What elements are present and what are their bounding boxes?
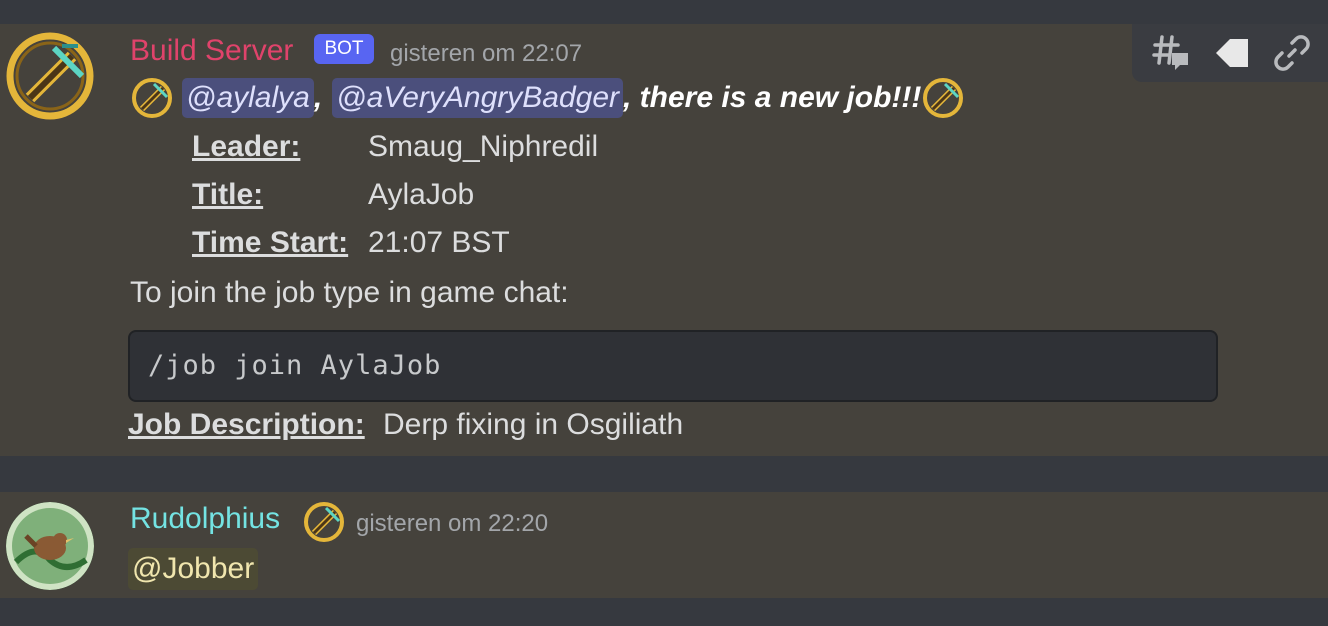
field-label-leader: Leader: <box>192 130 301 163</box>
mention-jobber[interactable]: @Jobber <box>128 548 259 590</box>
field-value-time-start: 21:07 BST <box>368 226 510 259</box>
field-value-title: AylaJob <box>368 178 475 211</box>
pickaxe-icon <box>6 32 94 120</box>
message-rudolphius: Rudolphius gisteren om 22:20 @Jobber <box>0 492 1328 598</box>
job-description-value: Derp fixing in Osgiliath <box>383 408 684 441</box>
message-separator <box>0 456 1328 492</box>
pickaxe-role-icon <box>304 502 344 542</box>
build-server-avatar[interactable] <box>6 32 94 120</box>
pickaxe-emoji-icon <box>132 78 172 118</box>
top-strip <box>0 0 1328 24</box>
link-icon[interactable] <box>1270 31 1314 75</box>
headline: @aylalya , @aVeryAngryBadger , there is … <box>130 76 965 120</box>
field-value-leader: Smaug_Niphredil <box>368 130 599 163</box>
join-instruction: To join the job type in game chat: <box>130 276 569 309</box>
job-description-label: Job Description: <box>128 408 365 441</box>
headline-text: , there is a new job!!! <box>623 81 922 114</box>
message-timestamp[interactable]: gisteren om 22:07 <box>390 40 582 68</box>
mention-separator: , <box>313 81 323 114</box>
bird-avatar-icon <box>6 502 94 590</box>
mention-aylalya[interactable]: @aylalya <box>182 78 314 118</box>
threads-icon[interactable] <box>1150 31 1194 75</box>
author-name[interactable]: Build Server <box>130 34 293 68</box>
message-timestamp[interactable]: gisteren om 22:20 <box>356 510 548 538</box>
pickaxe-emoji-icon <box>923 78 964 118</box>
tag-icon[interactable] <box>1210 31 1254 75</box>
message-toolbar <box>1132 24 1328 82</box>
bot-badge: BOT <box>314 34 374 64</box>
message-build-server: Build Server BOT gisteren om 22:07 @ayla… <box>0 24 1328 456</box>
code-block[interactable]: /job join AylaJob <box>128 330 1218 402</box>
mention-averyangrybadger[interactable]: @aVeryAngryBadger <box>332 78 624 118</box>
author-name[interactable]: Rudolphius <box>130 502 280 536</box>
rudolphius-avatar[interactable] <box>6 502 94 590</box>
bottom-strip <box>0 598 1328 626</box>
field-label-time-start: Time Start: <box>192 226 349 259</box>
field-label-title: Title: <box>192 178 264 211</box>
